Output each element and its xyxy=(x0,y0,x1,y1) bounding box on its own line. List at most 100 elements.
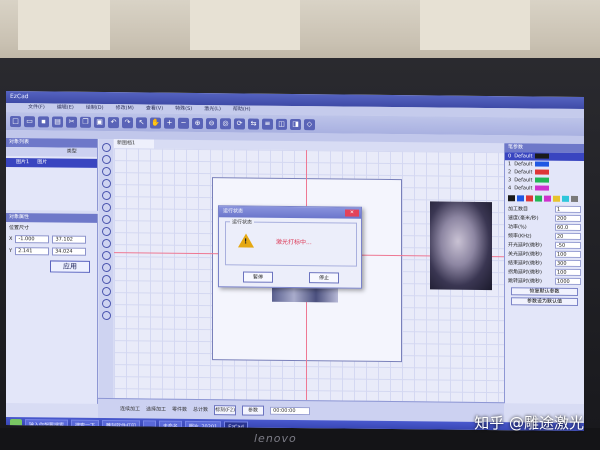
mirror-icon[interactable]: ⇆ xyxy=(248,118,259,130)
barcode-tool-icon[interactable] xyxy=(101,250,111,261)
text-tool-icon[interactable] xyxy=(101,238,111,249)
param-value[interactable]: 1000 xyxy=(555,277,581,285)
pause-button[interactable]: 暂停 xyxy=(243,271,273,283)
rotate-icon[interactable]: ⟳ xyxy=(234,117,245,129)
circle-tool-icon[interactable] xyxy=(101,202,111,213)
vector-tool-icon[interactable] xyxy=(101,274,111,285)
param-button[interactable]: 参数 xyxy=(242,404,265,416)
wall-panel xyxy=(190,0,300,50)
menu-laser[interactable]: 激光(L) xyxy=(204,105,221,114)
cut-icon[interactable]: ✂ xyxy=(66,116,77,128)
total-label: 总计数 xyxy=(193,406,209,414)
ungroup-icon[interactable]: ◨ xyxy=(290,118,301,130)
group-icon[interactable]: ◫ xyxy=(276,118,287,130)
select-icon[interactable]: ↖ xyxy=(136,116,147,128)
menu-view[interactable]: 查看(V) xyxy=(146,104,163,113)
param-value[interactable]: 100 xyxy=(555,268,581,276)
param-value[interactable]: 60.0 xyxy=(555,223,581,231)
menu-edit[interactable]: 编辑(E) xyxy=(57,104,74,113)
line-tool-icon[interactable] xyxy=(101,166,111,177)
palette-color[interactable] xyxy=(571,195,578,202)
param-value[interactable]: 20 xyxy=(555,232,581,240)
x-label: X xyxy=(9,236,13,243)
palette-color[interactable] xyxy=(553,195,560,202)
parts-label: 零件数 xyxy=(172,406,188,413)
timer-tool-icon[interactable] xyxy=(101,286,111,297)
point-tool-icon[interactable] xyxy=(101,154,111,165)
param-value[interactable]: 300 xyxy=(555,259,581,267)
param-label: 速度(毫米/秒) xyxy=(508,215,539,222)
x-field[interactable]: -1.000 xyxy=(15,235,50,244)
hand-icon[interactable]: ✋ xyxy=(150,116,161,129)
h-field[interactable]: 34.024 xyxy=(52,247,87,256)
set-default-button[interactable]: 参数设为默认值 xyxy=(511,297,578,306)
menu-modify[interactable]: 修改(M) xyxy=(116,104,134,113)
position-size-label: 位置尺寸 xyxy=(9,225,30,232)
new-file-icon[interactable]: □ xyxy=(10,115,21,127)
laptop-screen: EzCad 文件(F) 编辑(E) 绘制(D) 修改(M) 查看(V) 特殊(S… xyxy=(6,90,584,432)
param-label: 关光延时(微秒) xyxy=(508,251,542,258)
ellipse-tool-icon[interactable] xyxy=(101,214,111,225)
param-value[interactable]: 100 xyxy=(555,250,581,258)
pen-number: 3 xyxy=(508,177,512,184)
zoom-out-icon[interactable]: − xyxy=(178,117,189,129)
pen-number: 2 xyxy=(508,169,512,176)
document-tab[interactable]: 新图档1 xyxy=(114,139,154,149)
pen-number: 4 xyxy=(508,185,512,192)
open-folder-icon[interactable]: ▭ xyxy=(24,115,35,127)
palette-color[interactable] xyxy=(508,195,515,202)
input-port-tool-icon[interactable] xyxy=(101,298,111,309)
object-list-panel: 对象列表 类型 图片1 图片 xyxy=(6,137,98,211)
apply-button[interactable]: 应用 xyxy=(50,260,90,273)
mark-button[interactable]: 标刻(F2) xyxy=(214,404,237,415)
pointer-tool-icon[interactable] xyxy=(101,142,111,153)
menu-help[interactable]: 帮助(H) xyxy=(233,105,251,114)
param-label: 拐角延时(微秒) xyxy=(508,269,542,276)
param-value[interactable]: 1 xyxy=(555,205,581,213)
zoom-in-icon[interactable]: + xyxy=(164,117,175,129)
zoom-all-icon[interactable]: ◎ xyxy=(220,117,231,129)
w-field[interactable]: 37.102 xyxy=(52,235,87,244)
zoom-window-icon[interactable]: ⊖ xyxy=(206,117,217,129)
curve-tool-icon[interactable] xyxy=(101,178,111,189)
menu-file[interactable]: 文件(F) xyxy=(28,103,45,112)
pen-color-swatch xyxy=(535,177,550,183)
pen-number: 0 xyxy=(508,153,512,160)
paste-icon[interactable]: ▣ xyxy=(94,116,105,128)
pen-number: 1 xyxy=(508,161,512,168)
continuous-checkbox[interactable]: 连续加工 xyxy=(120,405,140,412)
palette-color[interactable] xyxy=(517,195,524,202)
y-field[interactable]: 2.141 xyxy=(15,247,50,256)
object-type: 图片 xyxy=(37,159,48,166)
undo-icon[interactable]: ↶ xyxy=(108,116,119,128)
stop-button[interactable]: 停止 xyxy=(309,272,339,284)
align-icon[interactable]: ≡ xyxy=(262,118,273,130)
save-icon[interactable]: ▪ xyxy=(38,115,49,127)
select-mark-checkbox[interactable]: 选择加工 xyxy=(146,405,166,412)
close-icon[interactable]: ✕ xyxy=(345,209,359,217)
node-icon[interactable]: ◇ xyxy=(304,118,315,130)
param-label: 加工数目 xyxy=(508,206,529,213)
menu-special[interactable]: 特殊(S) xyxy=(175,105,192,114)
output-port-tool-icon[interactable] xyxy=(101,310,111,321)
copy-icon[interactable]: ❐ xyxy=(80,116,91,128)
restore-default-button[interactable]: 恢复默认参数 xyxy=(511,287,578,296)
zoom-fit-icon[interactable]: ⊕ xyxy=(192,117,203,129)
param-label: 频率(KHz) xyxy=(508,233,532,240)
palette-color[interactable] xyxy=(535,195,542,202)
param-value[interactable]: -50 xyxy=(555,241,581,249)
print-icon[interactable]: ▤ xyxy=(52,115,63,128)
column-header-type: 类型 xyxy=(66,148,77,155)
image-tool-icon[interactable] xyxy=(101,262,111,273)
object-list-row[interactable]: 图片1 图片 xyxy=(6,157,97,168)
param-label: 跳转延时(微秒) xyxy=(508,278,542,285)
menu-draw[interactable]: 绘制(D) xyxy=(86,104,104,113)
rectangle-tool-icon[interactable] xyxy=(101,190,111,201)
polygon-tool-icon[interactable] xyxy=(101,226,111,237)
dialog-title: 运行状态 xyxy=(223,208,244,215)
palette-color[interactable] xyxy=(562,195,569,202)
redo-icon[interactable]: ↷ xyxy=(122,116,133,128)
palette-color[interactable] xyxy=(526,195,533,202)
palette-color[interactable] xyxy=(544,195,551,202)
param-value[interactable]: 200 xyxy=(555,214,581,222)
